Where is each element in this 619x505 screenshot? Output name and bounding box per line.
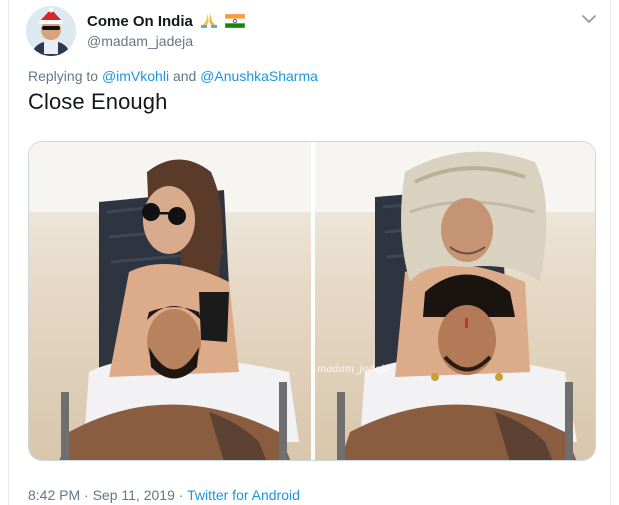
user-handle[interactable]: @madam_jadeja <box>87 33 193 49</box>
reply-mention-kohli[interactable]: @imVkohli <box>102 68 169 84</box>
meta-separator: · <box>84 487 89 503</box>
reply-mention-anushka[interactable]: @AnushkaSharma <box>200 68 318 84</box>
replying-and-label: and <box>172 68 197 84</box>
tweet-text: Close Enough <box>28 89 168 114</box>
media-watermark: madam_jadeja <box>317 364 390 375</box>
replying-to-line: Replying to @imVkohli and @AnushkaSharma <box>28 68 318 84</box>
india-flag-icon <box>224 13 246 32</box>
avatar-image <box>26 6 76 56</box>
timeline-border-left <box>8 0 9 505</box>
meta-separator: · <box>178 487 184 503</box>
display-name-text: Come On India <box>87 13 193 30</box>
folded-hands-icon <box>200 12 218 32</box>
tweet-date[interactable]: Sep 11, 2019 <box>93 487 175 503</box>
media-image-edited[interactable] <box>315 142 596 461</box>
tweet-card: Come On India @madam_jadeja Replying to … <box>0 0 619 505</box>
replying-to-label: Replying to <box>28 68 99 84</box>
avatar[interactable] <box>26 6 76 56</box>
chevron-down-icon[interactable] <box>580 12 598 26</box>
tweet-media[interactable]: madam_jadeja <box>28 141 596 461</box>
display-name[interactable]: Come On India <box>87 12 246 32</box>
timeline-border-right <box>610 0 611 505</box>
tweet-source-link[interactable]: Twitter for Android <box>187 487 300 503</box>
tweet-time[interactable]: 8:42 PM <box>28 487 80 503</box>
media-image-original[interactable] <box>29 142 311 461</box>
tweet-meta: 8:42 PM · Sep 11, 2019 · Twitter for And… <box>28 487 300 503</box>
